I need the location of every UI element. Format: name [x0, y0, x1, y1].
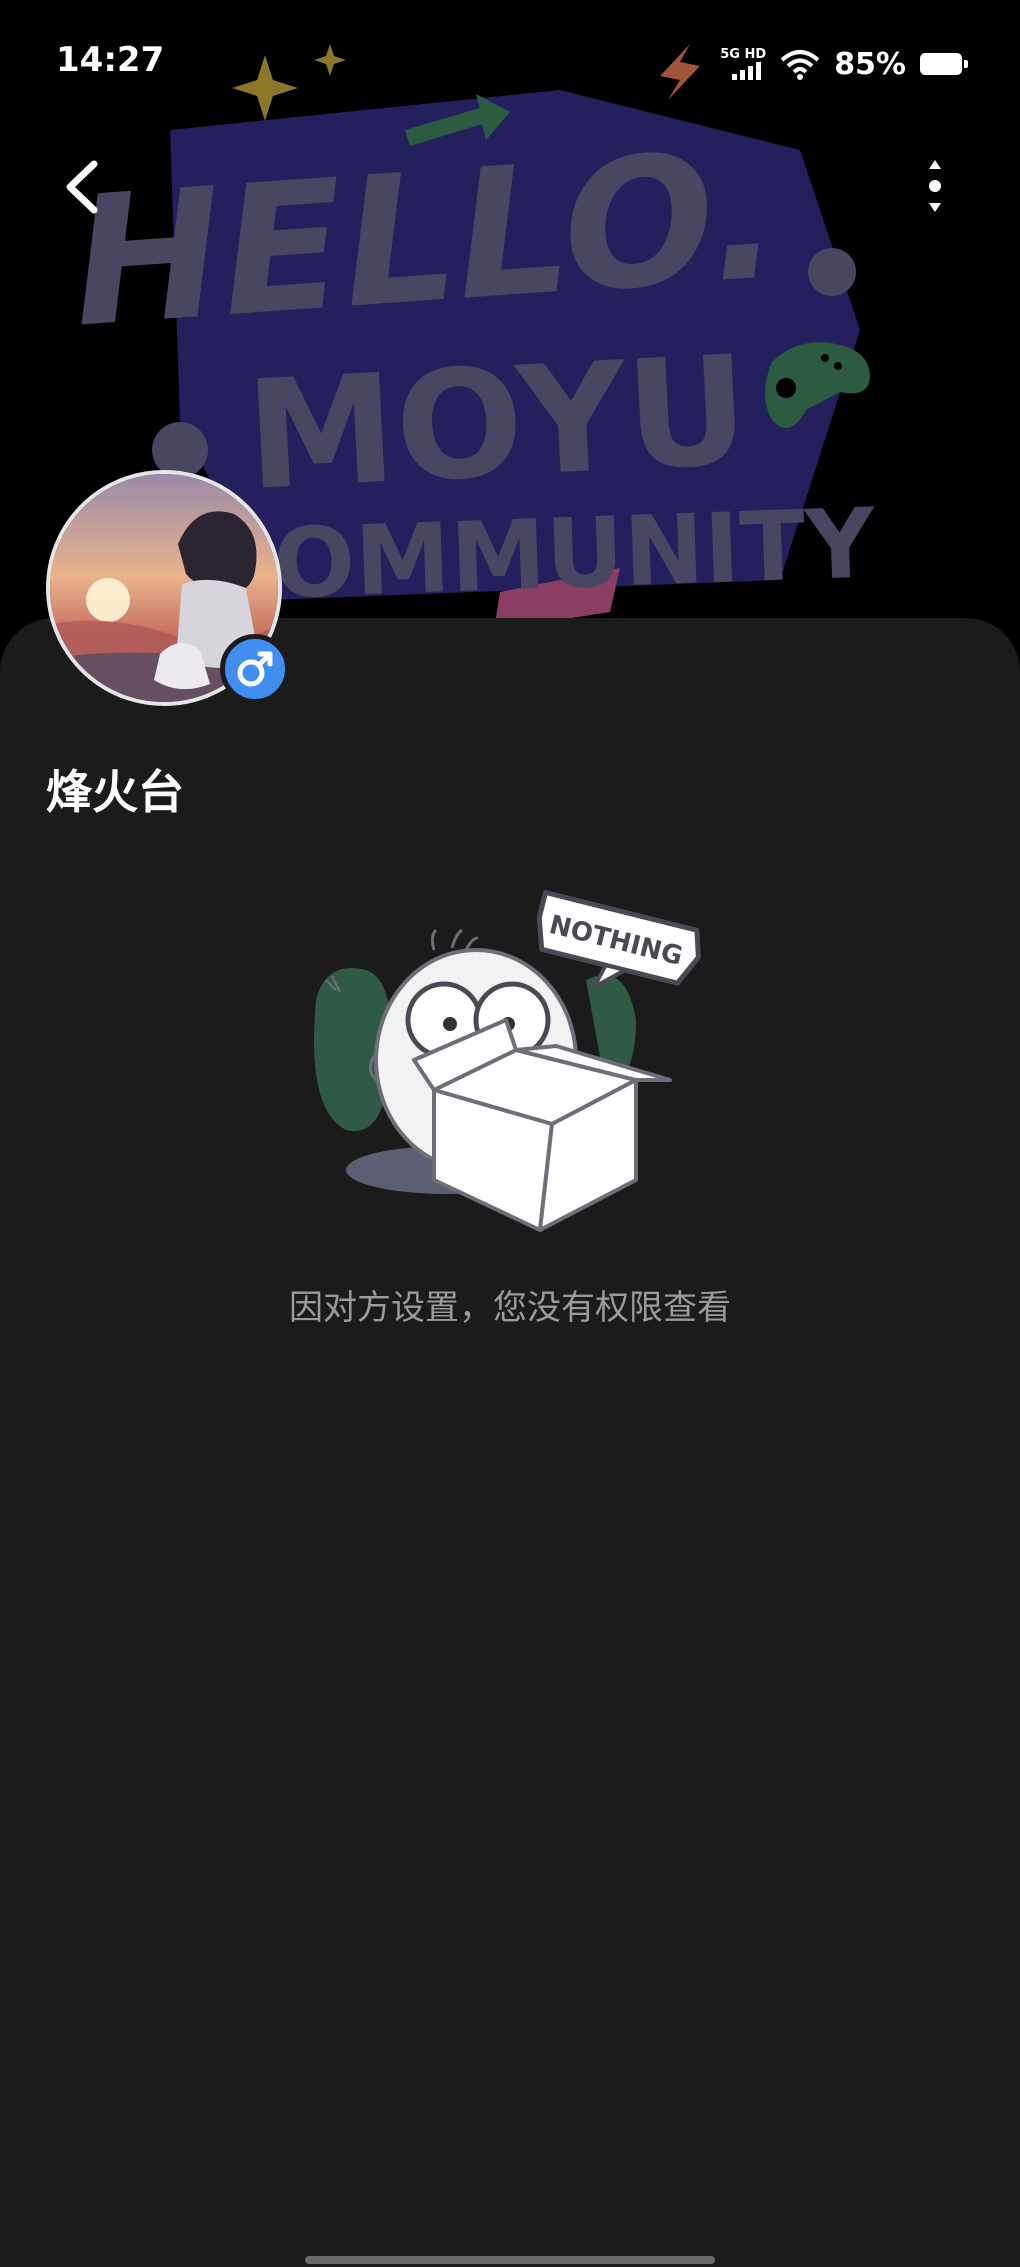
banner-dot-right [808, 248, 856, 296]
chevron-left-icon [66, 160, 98, 214]
empty-state-illustration: NOTHING [306, 880, 720, 1240]
profile-card [0, 618, 1020, 2267]
battery-icon [920, 53, 968, 75]
signal-group: 5G HD [720, 48, 766, 80]
network-type-label: 5G HD [720, 47, 767, 62]
home-indicator[interactable] [305, 2256, 715, 2264]
back-button[interactable] [54, 150, 114, 220]
status-bar: 14:27 5G HD 85% [0, 0, 1020, 130]
more-vertical-icon [929, 160, 941, 212]
signal-icon [732, 62, 762, 80]
gender-badge [220, 634, 290, 704]
banner-title-line3: COMMUNITY [201, 487, 878, 622]
nothing-box-illustration: NOTHING [314, 890, 701, 1232]
permission-denied-message: 因对方设置，您没有权限查看 [289, 1288, 731, 1328]
more-options-button[interactable] [910, 150, 960, 220]
male-icon [237, 651, 273, 687]
status-time: 14:27 [56, 40, 165, 80]
battery-percent: 85% [834, 46, 906, 82]
profile-username: 烽火台 [46, 765, 184, 819]
wifi-icon [780, 50, 820, 80]
status-indicators: 5G HD 85% [720, 44, 968, 84]
